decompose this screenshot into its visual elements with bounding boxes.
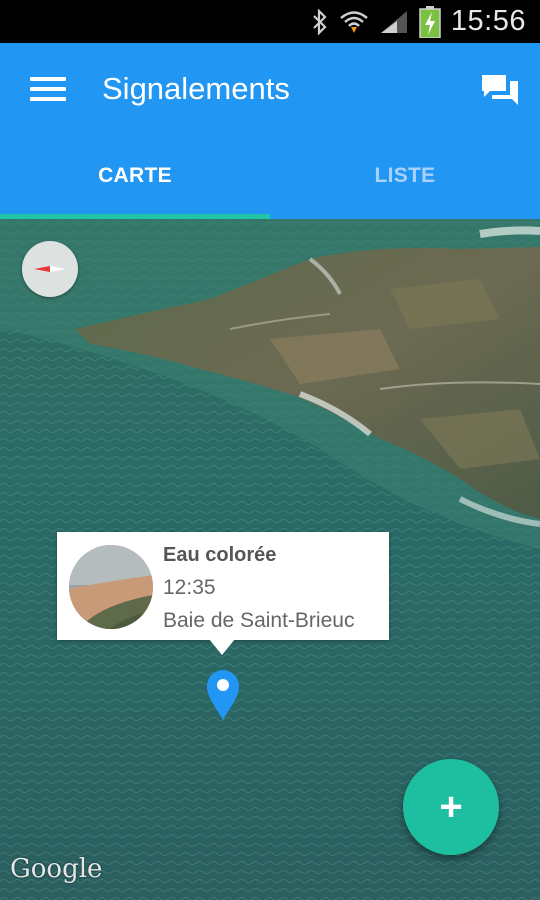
status-icons: 15:56 xyxy=(311,0,526,43)
google-attribution: Google xyxy=(10,854,103,884)
add-report-button[interactable]: + xyxy=(403,759,499,855)
signal-icon xyxy=(380,10,407,33)
report-title: Eau colorée xyxy=(163,544,277,566)
tab-liste[interactable]: LISTE xyxy=(270,139,540,219)
status-bar: 15:56 xyxy=(0,0,540,43)
map-pin-icon xyxy=(207,670,239,720)
status-time: 15:56 xyxy=(450,5,526,37)
tab-carte[interactable]: CARTE xyxy=(0,139,270,219)
battery-charging-icon xyxy=(419,5,441,38)
report-photo-image xyxy=(69,545,153,629)
menu-button[interactable] xyxy=(30,77,66,105)
marker-info-window[interactable]: Eau colorée 12:35 Baie de Saint-Brieuc xyxy=(57,532,389,655)
report-location: Baie de Saint-Brieuc xyxy=(163,609,355,632)
chat-icon xyxy=(482,75,518,105)
page-title: Signalements xyxy=(102,71,290,106)
wifi-icon xyxy=(340,10,368,33)
report-time: 12:35 xyxy=(163,576,216,599)
map-marker[interactable] xyxy=(205,669,241,721)
tab-bar: CARTE LISTE xyxy=(0,139,540,219)
chat-button[interactable] xyxy=(480,71,520,111)
compass-button[interactable] xyxy=(22,241,78,297)
report-photo xyxy=(69,545,153,629)
bluetooth-icon xyxy=(313,8,327,35)
menu-icon-line xyxy=(30,87,66,91)
map-view[interactable]: Eau colorée 12:35 Baie de Saint-Brieuc +… xyxy=(0,219,540,900)
menu-icon-line xyxy=(30,97,66,101)
app-bar: Signalements xyxy=(0,43,540,139)
menu-icon-line xyxy=(30,77,66,81)
add-icon: + xyxy=(439,784,463,829)
compass-icon xyxy=(34,266,66,272)
